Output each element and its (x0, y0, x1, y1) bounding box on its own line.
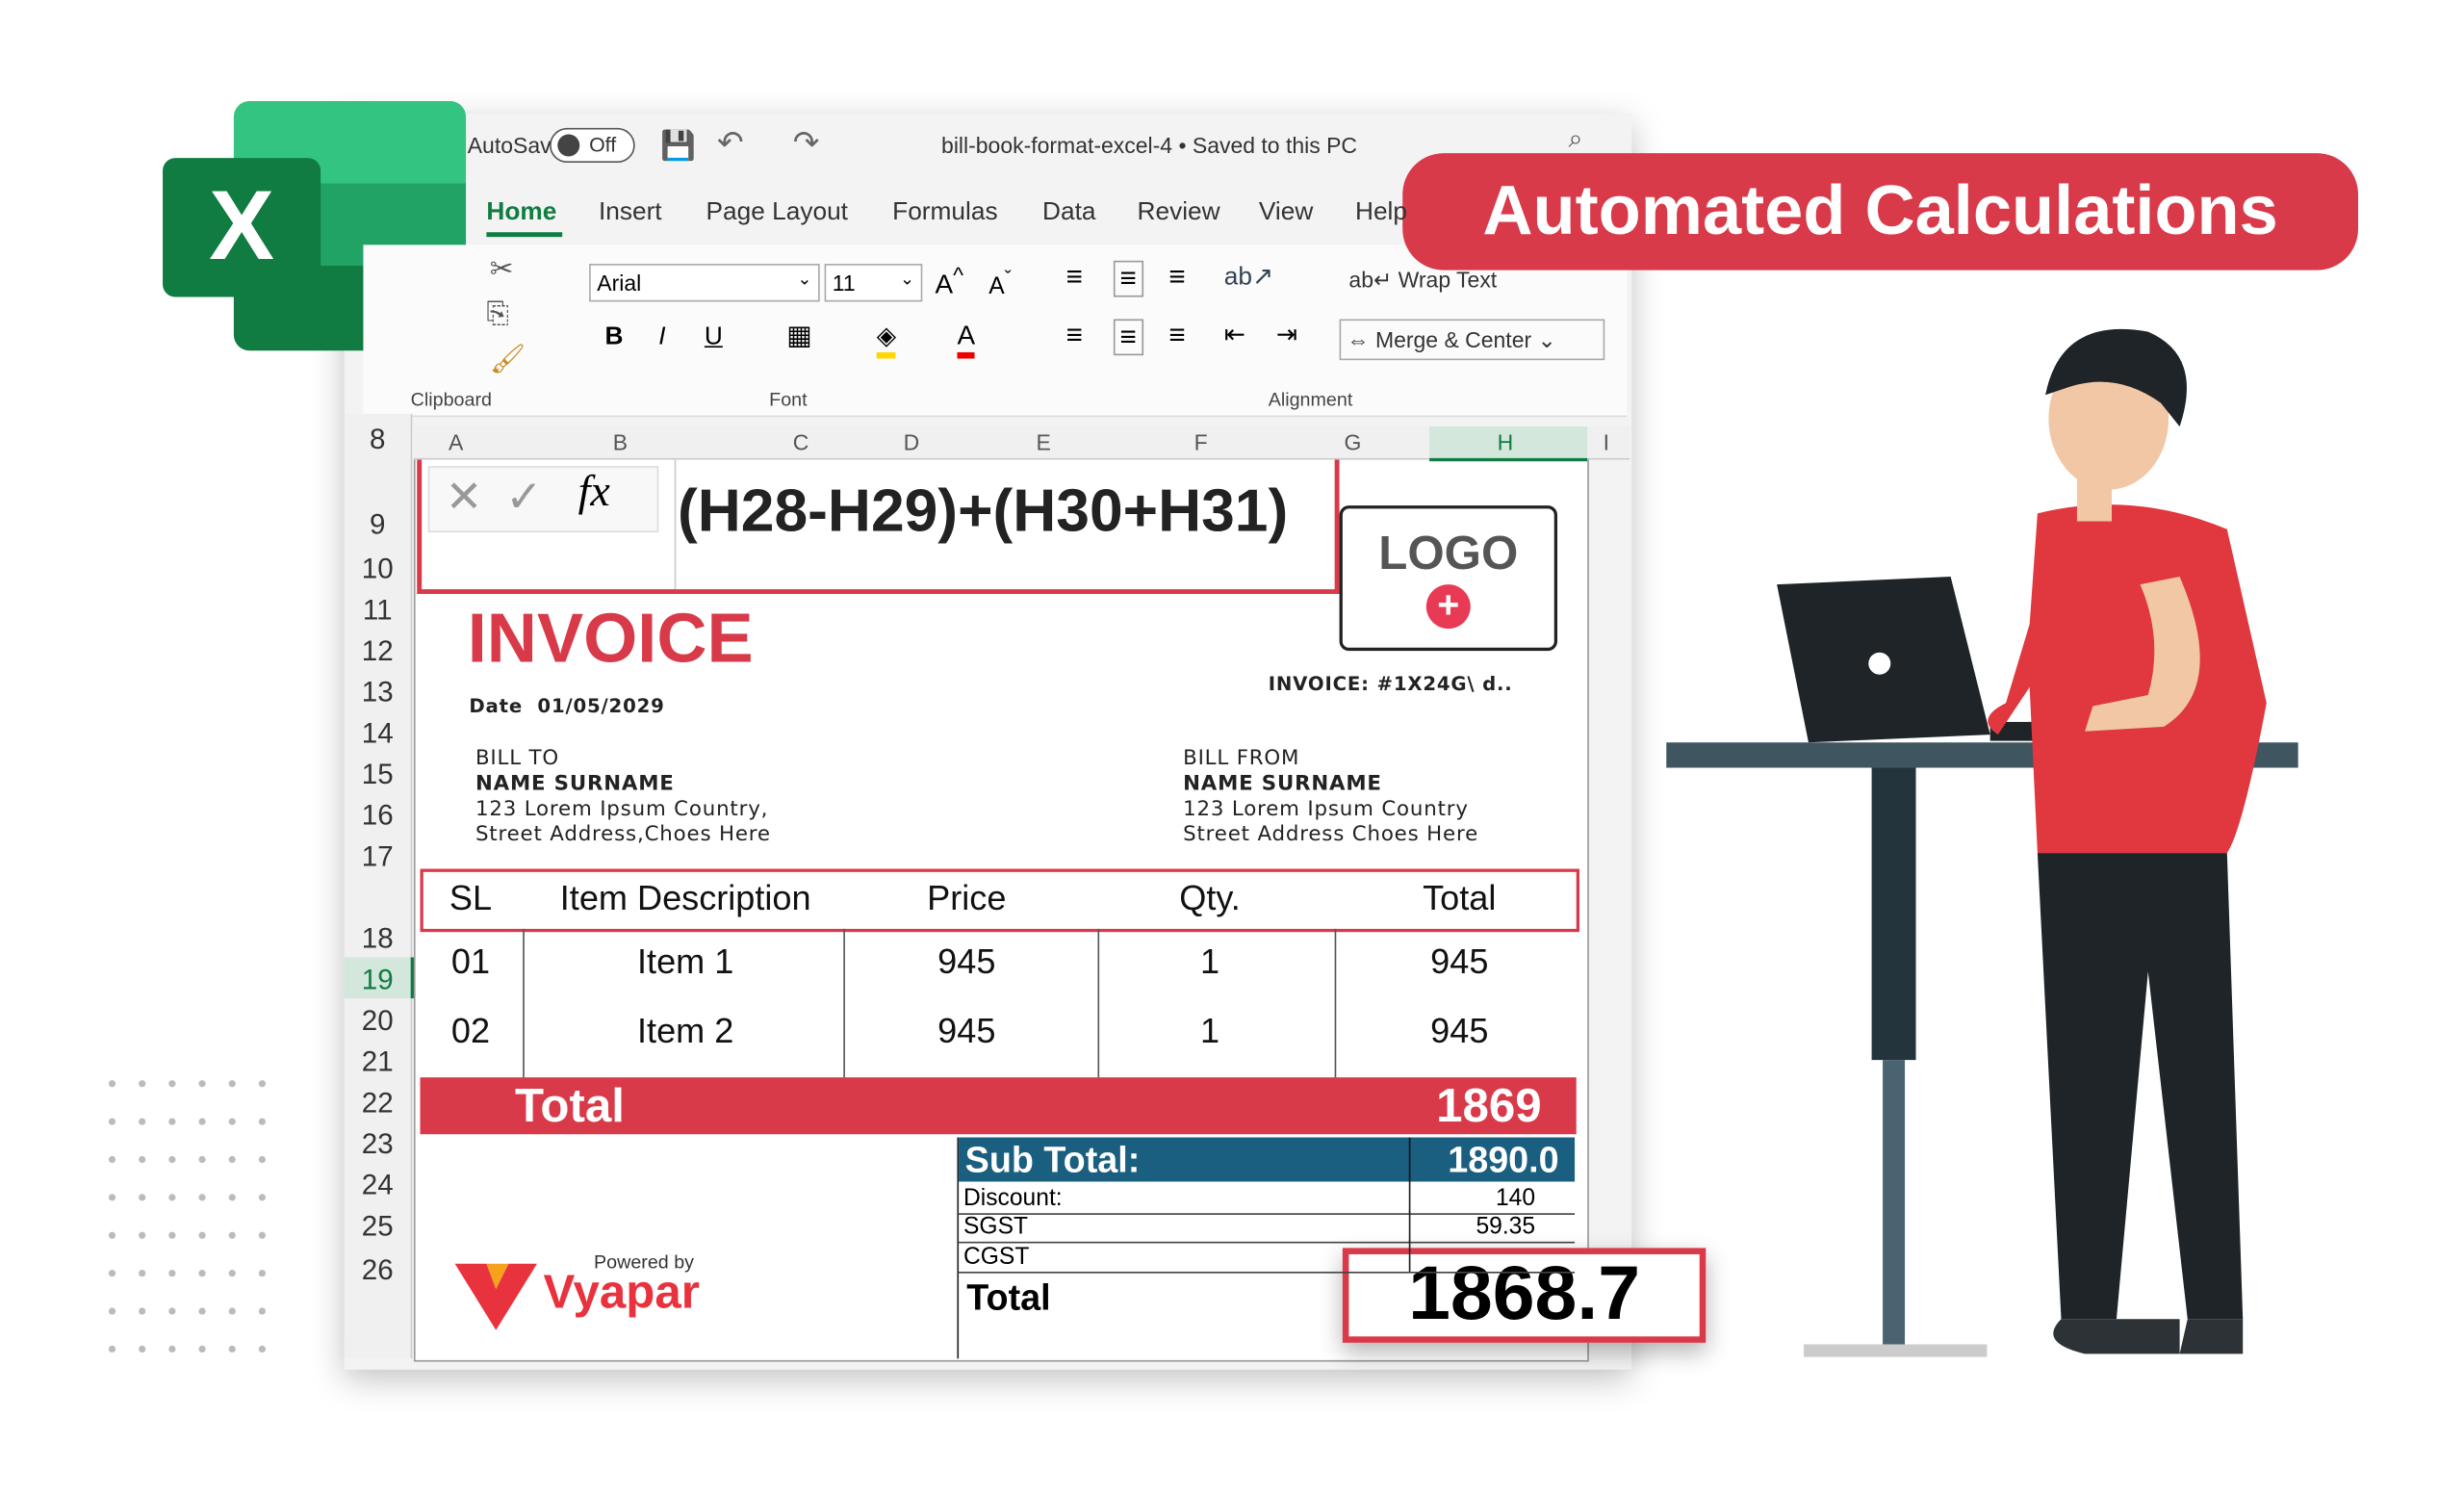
tab-page-layout[interactable]: Page Layout (706, 199, 848, 228)
decrease-font-icon[interactable]: Aˇ (988, 267, 1011, 299)
italic-button[interactable]: I (658, 323, 665, 352)
row-header-9[interactable]: 9 (345, 508, 411, 541)
row-header-10[interactable]: 10 (345, 553, 411, 585)
align-bottom-icon[interactable]: ≡ (1168, 261, 1185, 294)
cell-desc: Item 1 (637, 941, 734, 982)
cut-icon[interactable]: ✂ (490, 253, 514, 286)
search-icon[interactable]: ⌕ (1569, 126, 1583, 155)
column-header-G[interactable]: G (1344, 429, 1361, 454)
invoice-number: INVOICE: #1X24G\ d.. (1268, 673, 1513, 696)
tab-help[interactable]: Help (1355, 199, 1407, 228)
copy-icon[interactable]: ⎘ (486, 297, 509, 330)
summary-row-discount: Discount: 140 (959, 1181, 1576, 1215)
person-at-laptop-illustration (1666, 328, 2298, 1357)
redo-icon[interactable]: ↷ (793, 123, 820, 163)
subtotal-value: 1890.0 (1448, 1139, 1559, 1180)
table-row: 02 Item 2 945 1 945 (421, 1011, 1574, 1068)
underline-button[interactable]: U (705, 323, 723, 352)
row-header-8[interactable]: 8 (345, 424, 411, 456)
format-painter-icon[interactable]: 🖌 (490, 343, 526, 375)
invoice-title: INVOICE (467, 600, 754, 678)
row-header-15[interactable]: 15 (345, 759, 411, 791)
row-header-14[interactable]: 14 (345, 717, 411, 750)
cell-total: 945 (1430, 1011, 1489, 1051)
row-header-22[interactable]: 22 (345, 1087, 411, 1120)
align-right-icon[interactable]: ≡ (1168, 319, 1185, 351)
ribbon: ✂ ⎘ 🖌 Arial ⌄ 11 ⌄ A^ Aˇ B I U ▦ ◈ A ≡ ≡ ≡… (363, 245, 1628, 418)
summary-row-cgst: CGST (959, 1240, 1576, 1274)
insert-function-icon[interactable]: fx (578, 468, 610, 519)
tab-review[interactable]: Review (1138, 199, 1220, 228)
add-logo-icon: + (1425, 584, 1471, 630)
clipboard-group-label: Clipboard (410, 388, 492, 411)
row-header-26[interactable]: 26 (345, 1254, 411, 1287)
column-header-item-description: Item Description (559, 878, 811, 918)
decrease-indent-icon[interactable]: ⇤ (1224, 319, 1245, 350)
font-name-select[interactable]: Arial ⌄ (589, 264, 820, 302)
increase-font-icon[interactable]: A^ (935, 264, 963, 301)
active-tab-indicator (486, 232, 563, 238)
total-value: 1869 (1436, 1080, 1542, 1133)
merge-center-button[interactable]: ⇔ Merge & Center ⌄ (1339, 319, 1605, 361)
font-size-select[interactable]: 11 ⌄ (824, 264, 923, 302)
logo-placeholder[interactable]: LOGO + (1339, 505, 1558, 652)
orientation-icon[interactable]: ab↗ (1224, 261, 1273, 293)
tab-data[interactable]: Data (1042, 199, 1095, 228)
align-center-icon[interactable]: ≡ (1113, 319, 1143, 356)
fill-color-icon[interactable]: ◈ (876, 321, 896, 359)
dot-pattern-decoration (108, 1080, 267, 1353)
column-header-I[interactable]: I (1604, 429, 1609, 454)
row-header-12[interactable]: 12 (345, 635, 411, 668)
invoice-date: 01/05/2029 (537, 695, 665, 718)
tab-formulas[interactable]: Formulas (892, 199, 997, 228)
autosave-toggle[interactable]: Off (550, 127, 635, 164)
bill-to: BILL TO NAME SURNAME 123 Lorem Ipsum Count… (475, 747, 771, 847)
row-header-23[interactable]: 23 (345, 1128, 411, 1161)
file-name: bill-book-format-excel-4 • Saved to this… (941, 132, 1358, 159)
bill-from: BILL FROM NAME SURNAME 123 Lorem Ipsum Cou… (1183, 747, 1479, 847)
wrap-text-button[interactable]: ab↵ Wrap Text (1348, 267, 1497, 294)
automated-calculations-banner: Automated Calculations (1402, 153, 2359, 271)
column-header-A[interactable]: A (449, 429, 463, 454)
tab-home[interactable]: Home (486, 199, 556, 228)
column-header-total: Total (1423, 878, 1497, 918)
tab-insert[interactable]: Insert (599, 199, 662, 228)
row-header-13[interactable]: 13 (345, 676, 411, 709)
cell-total: 945 (1430, 941, 1489, 982)
column-header-C[interactable]: C (793, 429, 809, 454)
date-label: Date (469, 695, 524, 718)
column-header-F[interactable]: F (1194, 429, 1208, 454)
formula-bar: ✕ ✓ fx (H28-H29)+(H30+H31) (417, 451, 1340, 595)
row-header-11[interactable]: 11 (345, 594, 411, 627)
undo-icon[interactable]: ↶ (717, 123, 744, 163)
align-middle-icon[interactable]: ≡ (1113, 260, 1143, 297)
save-icon[interactable]: 💾 (660, 130, 696, 163)
bold-button[interactable]: B (605, 323, 624, 352)
increase-indent-icon[interactable]: ⇥ (1276, 319, 1297, 350)
cell-desc: Item 2 (637, 1011, 734, 1051)
cancel-icon[interactable]: ✕ (446, 471, 483, 523)
enter-icon[interactable]: ✓ (505, 471, 543, 523)
font-group-label: Font (769, 388, 808, 411)
align-top-icon[interactable]: ≡ (1066, 261, 1083, 294)
tab-view[interactable]: View (1259, 199, 1313, 228)
summary-row-sgst: SGST 59.35 (959, 1210, 1576, 1244)
column-header-D[interactable]: D (904, 429, 920, 454)
row-header-24[interactable]: 24 (345, 1169, 411, 1201)
formula-input[interactable]: (H28-H29)+(H30+H31) (678, 478, 1288, 547)
subtotal-row: Sub Total: 1890.0 (959, 1137, 1576, 1182)
borders-icon[interactable]: ▦ (786, 321, 811, 352)
total-row: Total 1869 (420, 1077, 1577, 1135)
table-row: 01 Item 1 945 1 945 (421, 941, 1574, 998)
column-header-B[interactable]: B (613, 429, 628, 454)
row-header-25[interactable]: 25 (345, 1210, 411, 1243)
column-header-E[interactable]: E (1036, 429, 1050, 454)
row-header-16[interactable]: 16 (345, 799, 411, 832)
grand-total-label: Total (966, 1276, 1051, 1318)
font-color-icon[interactable]: A (957, 321, 976, 359)
align-left-icon[interactable]: ≡ (1066, 319, 1083, 351)
alignment-group-label: Alignment (1268, 388, 1353, 411)
row-header-17[interactable]: 17 (345, 840, 411, 873)
column-header-H[interactable]: H (1498, 429, 1514, 454)
